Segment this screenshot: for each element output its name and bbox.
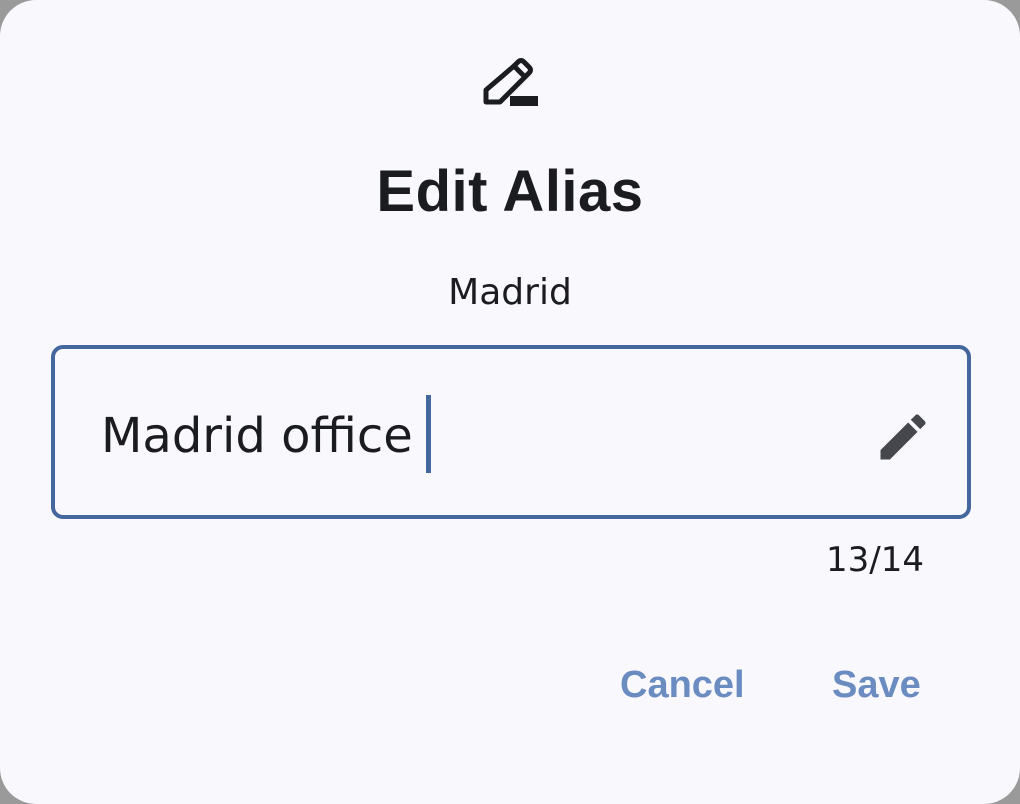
text-cursor bbox=[426, 395, 431, 473]
character-counter: 13/14 bbox=[826, 540, 924, 580]
alias-text-field[interactable] bbox=[51, 345, 971, 519]
alias-input[interactable] bbox=[101, 401, 861, 471]
pencil-icon[interactable] bbox=[873, 407, 933, 467]
cancel-button[interactable]: Cancel bbox=[620, 655, 745, 715]
edit-note-icon bbox=[483, 58, 538, 106]
edit-alias-dialog: Edit Alias Madrid 13/14 Cancel Save bbox=[0, 0, 1020, 804]
save-button[interactable]: Save bbox=[832, 655, 921, 715]
dialog-title: Edit Alias bbox=[376, 159, 644, 224]
dialog-subtitle: Madrid bbox=[448, 272, 572, 313]
